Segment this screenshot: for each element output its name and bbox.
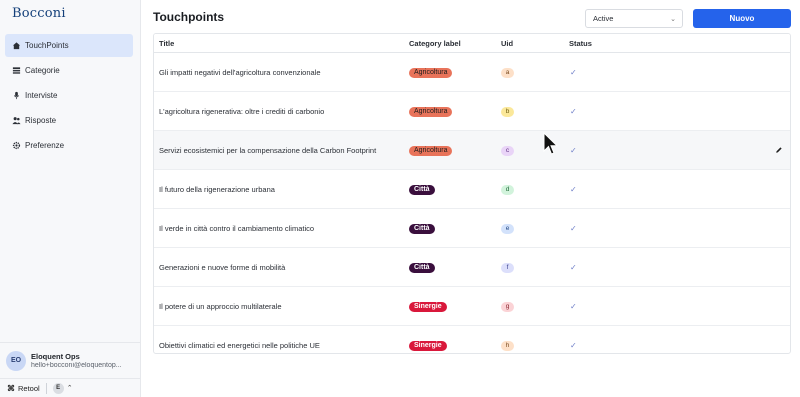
row-title: Gli impatti negativi dell'agricoltura co… bbox=[159, 67, 321, 77]
sidebar-item-interviste[interactable]: Interviste bbox=[5, 84, 133, 107]
status-check-icon: ✓ bbox=[570, 184, 577, 194]
category-tag: Città bbox=[409, 223, 435, 234]
uid-badge: h bbox=[501, 341, 514, 351]
sidebar-item-touchpoints[interactable]: TouchPoints bbox=[5, 34, 133, 57]
row-title: Generazioni e nuove forme di mobilità bbox=[159, 262, 286, 272]
row-title: Il verde in città contro il cambiamento … bbox=[159, 223, 315, 233]
user-email: hello+bocconi@eloquentop... bbox=[31, 362, 122, 369]
divider bbox=[45, 382, 47, 394]
sidebar-item-label: Risposte bbox=[25, 116, 57, 125]
uid-badge: f bbox=[501, 262, 514, 273]
account-switcher[interactable]: E bbox=[52, 382, 64, 394]
uid-badge: a bbox=[501, 67, 514, 78]
touchpoints-table: Title Category label Uid Status Gli impa… bbox=[153, 33, 791, 354]
user-profile[interactable]: EO Eloquent Ops hello+bocconi@eloquentop… bbox=[0, 342, 140, 378]
main-content: Touchpoints Active ⌄ Nuovo Title Categor… bbox=[141, 0, 800, 397]
column-header-title[interactable]: Title bbox=[154, 39, 409, 48]
microphone-icon bbox=[11, 91, 21, 101]
row-title: Servizi ecosistemici per la compensazion… bbox=[159, 145, 377, 155]
row-title: Il futuro della rigenerazione urbana bbox=[159, 184, 275, 194]
table-header: Title Category label Uid Status bbox=[154, 34, 790, 53]
row-title: Obiettivi climatici ed energetici nelle … bbox=[159, 341, 320, 350]
chevron-up-icon[interactable]: ⌃ bbox=[67, 384, 73, 392]
table-row[interactable]: Il futuro della rigenerazione urbana Cit… bbox=[154, 170, 790, 209]
status-check-icon: ✓ bbox=[570, 262, 577, 272]
table-row[interactable]: Gli impatti negativi dell'agricoltura co… bbox=[154, 53, 790, 92]
status-check-icon: ✓ bbox=[570, 106, 577, 116]
category-tag: Città bbox=[409, 184, 435, 195]
column-header-category[interactable]: Category label bbox=[409, 39, 501, 48]
pencil-icon[interactable] bbox=[774, 145, 784, 155]
category-tag: Agricoltura bbox=[409, 67, 453, 78]
gear-icon bbox=[11, 141, 21, 151]
user-name: Eloquent Ops bbox=[31, 352, 80, 361]
status-check-icon: ✓ bbox=[570, 67, 577, 77]
status-check-icon: ✓ bbox=[570, 223, 577, 233]
category-tag: Sinergie bbox=[409, 341, 447, 351]
retool-logo-icon: ⌘ bbox=[7, 383, 15, 393]
sidebar-item-label: TouchPoints bbox=[25, 41, 69, 50]
sidebar-nav: TouchPoints Categorie Interviste Rispost… bbox=[5, 34, 133, 159]
new-button[interactable]: Nuovo bbox=[693, 9, 791, 28]
page-title: Touchpoints bbox=[153, 10, 225, 24]
user-text: Eloquent Ops hello+bocconi@eloquentop... bbox=[31, 352, 131, 369]
table-row[interactable]: Il verde in città contro il cambiamento … bbox=[154, 209, 790, 248]
sidebar: Bocconi TouchPoints Categorie Interviste bbox=[0, 0, 141, 397]
status-check-icon: ✓ bbox=[570, 341, 577, 350]
uid-badge: d bbox=[501, 184, 514, 195]
chevron-down-icon: ⌄ bbox=[670, 15, 676, 23]
row-title: L'agricoltura rigenerativa: oltre i cred… bbox=[159, 106, 325, 116]
retool-footer: ⌘ Retool E ⌃ bbox=[0, 378, 140, 397]
column-header-uid[interactable]: Uid bbox=[501, 39, 569, 48]
uid-badge: e bbox=[501, 223, 514, 234]
uid-badge: b bbox=[501, 106, 514, 117]
category-tag: Sinergie bbox=[409, 301, 447, 312]
table-row[interactable]: Il potere di un approccio multilaterale … bbox=[154, 287, 790, 326]
table-row[interactable]: Generazioni e nuove forme di mobilità Ci… bbox=[154, 248, 790, 287]
avatar: EO bbox=[6, 350, 26, 371]
retool-label[interactable]: Retool bbox=[18, 384, 40, 393]
sidebar-item-label: Interviste bbox=[25, 91, 58, 100]
table-row[interactable]: L'agricoltura rigenerativa: oltre i cred… bbox=[154, 92, 790, 131]
sidebar-item-risposte[interactable]: Risposte bbox=[5, 109, 133, 132]
sidebar-item-label: Categorie bbox=[25, 66, 60, 75]
table-row[interactable]: Obiettivi climatici ed energetici nelle … bbox=[154, 326, 790, 353]
category-tag: Città bbox=[409, 262, 435, 273]
table-row[interactable]: Servizi ecosistemici per la compensazion… bbox=[154, 131, 790, 170]
row-title: Il potere di un approccio multilaterale bbox=[159, 301, 282, 311]
list-icon bbox=[11, 66, 21, 76]
status-filter-select[interactable]: Active ⌄ bbox=[585, 9, 683, 28]
sidebar-item-categorie[interactable]: Categorie bbox=[5, 59, 133, 82]
status-select-value: Active bbox=[593, 14, 614, 23]
sidebar-item-label: Preferenze bbox=[25, 141, 65, 150]
status-check-icon: ✓ bbox=[570, 301, 577, 311]
sidebar-item-preferenze[interactable]: Preferenze bbox=[5, 134, 133, 157]
column-header-status[interactable]: Status bbox=[569, 39, 669, 48]
category-tag: Agricoltura bbox=[409, 145, 453, 156]
status-check-icon: ✓ bbox=[570, 145, 577, 155]
home-icon bbox=[11, 41, 21, 51]
brand-logo: Bocconi bbox=[12, 6, 66, 21]
users-icon bbox=[11, 116, 21, 126]
uid-badge: g bbox=[501, 301, 514, 312]
uid-badge: c bbox=[501, 145, 514, 156]
category-tag: Agricoltura bbox=[409, 106, 453, 117]
app-root: Bocconi TouchPoints Categorie Interviste bbox=[0, 0, 800, 397]
